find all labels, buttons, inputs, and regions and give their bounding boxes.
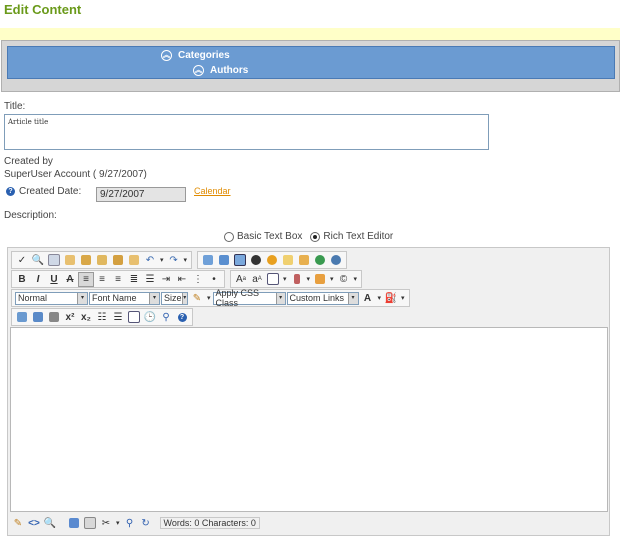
paste-html-icon[interactable] (110, 253, 126, 268)
format-stripper-icon[interactable]: ✎ (189, 291, 205, 306)
align-right-icon[interactable]: ≡ (110, 272, 126, 287)
form-element-icon[interactable] (312, 272, 328, 287)
remove-link-icon[interactable] (328, 253, 344, 268)
absolute-position-icon[interactable] (232, 253, 248, 268)
editor-content-area[interactable] (10, 327, 608, 512)
font-name-select[interactable]: Font Name ▾ (89, 291, 160, 305)
module-manager-icon[interactable] (126, 310, 142, 325)
created-date-input[interactable]: 9/27/2007 (96, 187, 186, 202)
align-center-icon[interactable]: ≡ (94, 272, 110, 287)
basic-text-box-radio[interactable] (224, 231, 234, 242)
subscript-text-icon[interactable]: aA (249, 272, 265, 287)
insert-paragraph-icon[interactable] (14, 310, 30, 325)
collapse-icon: ︽ (193, 65, 204, 76)
strikethrough-icon[interactable]: A (62, 272, 78, 287)
calendar-link[interactable]: Calendar (194, 186, 231, 196)
created-by-value: SuperUser Account ( 9/27/2007) (4, 169, 147, 180)
about-icon[interactable]: ⚲ (158, 310, 174, 325)
paste-word-icon[interactable] (78, 253, 94, 268)
subscript-icon[interactable]: x₂ (78, 310, 94, 325)
word-count: Words: 0 Characters: 0 (159, 517, 260, 529)
spellcheck-icon[interactable]: ✓ (14, 253, 30, 268)
editor-status-bar: ✎ <> 🔍 ✂ ▾ ⚲ ↻ Words: 0 Characters: 0 (10, 514, 260, 532)
description-label: Description: (4, 210, 57, 221)
insert-time-icon[interactable]: 🕒 (142, 310, 158, 325)
refresh-icon[interactable]: ↻ (138, 516, 154, 531)
help-icon[interactable]: ? (6, 187, 15, 196)
italic-icon[interactable]: I (30, 272, 46, 287)
paste-icon[interactable] (62, 253, 78, 268)
indent-icon[interactable]: ⇥ (158, 272, 174, 287)
title-input[interactable]: Article title (4, 114, 489, 150)
underline-icon[interactable]: U (46, 272, 62, 287)
table-icon[interactable] (265, 272, 281, 287)
design-mode-icon[interactable]: ✎ (10, 516, 26, 531)
fore-color-icon[interactable]: A (360, 291, 376, 306)
copy-icon[interactable] (46, 253, 62, 268)
categories-toggle[interactable]: ︽ Categories (161, 50, 230, 61)
superscript-text-icon[interactable]: Aa (233, 272, 249, 287)
hyperlink-icon[interactable] (312, 253, 328, 268)
justify-none-icon[interactable]: ☰ (142, 272, 158, 287)
redo-icon[interactable]: ↷ (166, 253, 182, 268)
title-label: Title: (4, 101, 26, 112)
template-manager-icon[interactable] (296, 253, 312, 268)
help-icon[interactable]: ? (174, 310, 190, 325)
page-title: Edit Content (4, 2, 82, 17)
superscript-icon[interactable]: x² (62, 310, 78, 325)
bullet-list-icon[interactable]: • (206, 272, 222, 287)
track-changes-icon[interactable] (66, 516, 82, 531)
undo-icon[interactable]: ↶ (142, 253, 158, 268)
document-manager-icon[interactable] (280, 253, 296, 268)
zoom-icon[interactable]: ⚲ (122, 516, 138, 531)
format-sets-icon[interactable]: ☷ (94, 310, 110, 325)
rich-text-editor: ✓ 🔍 ↶ ▾ ↷ ▾ B I U A ≡ ≡ ≡ ≣ ☰ ⇥ ⇤ ⋮ • A … (7, 247, 610, 536)
justify-icon[interactable]: ≣ (126, 272, 142, 287)
created-date-label: Created Date: (19, 186, 82, 197)
back-color-icon[interactable]: ⛽ (383, 291, 399, 306)
paragraph-format-select[interactable]: Normal ▾ (15, 291, 88, 305)
categories-panel: ︽ Categories ︽ Authors (7, 46, 615, 79)
save-template-icon[interactable] (82, 516, 98, 531)
collapse-icon: ︽ (161, 50, 172, 61)
image-map-icon[interactable] (216, 253, 232, 268)
symbols-icon[interactable]: © (336, 272, 352, 287)
paste-special-icon[interactable] (126, 253, 142, 268)
authors-toggle[interactable]: ︽ Authors (193, 65, 248, 76)
rich-text-editor-label: Rich Text Editor (323, 231, 394, 242)
authors-label: Authors (210, 65, 249, 76)
insert-anchor-icon[interactable] (30, 310, 46, 325)
basic-text-box-label: Basic Text Box (237, 231, 303, 242)
css-class-select[interactable]: Apply CSS Class ▾ (212, 288, 286, 308)
numbered-list-icon[interactable]: ⋮ (190, 272, 206, 287)
snippet-icon[interactable] (289, 272, 305, 287)
print-icon[interactable] (46, 310, 62, 325)
message-bar (0, 28, 620, 40)
categories-label: Categories (178, 50, 230, 61)
rich-text-editor-radio[interactable] (310, 231, 321, 242)
html-mode-icon[interactable]: <> (26, 516, 42, 531)
preview-mode-icon[interactable]: 🔍 (42, 516, 58, 531)
outdent-icon[interactable]: ⇤ (174, 272, 190, 287)
align-left-icon[interactable]: ≡ (78, 271, 94, 287)
cut-icon[interactable]: ✂ (98, 516, 114, 531)
insert-list-icon[interactable]: ☰ (110, 310, 126, 325)
paste-text-icon[interactable] (94, 253, 110, 268)
custom-links-select[interactable]: Custom Links ▾ (286, 291, 359, 305)
bold-icon[interactable]: B (14, 272, 30, 287)
find-replace-icon[interactable]: 🔍 (30, 253, 46, 268)
image-manager-icon[interactable] (200, 253, 216, 268)
flash-manager-icon[interactable] (248, 253, 264, 268)
media-manager-icon[interactable] (264, 253, 280, 268)
font-size-select[interactable]: Size ▾ (161, 291, 188, 305)
created-by-label: Created by (4, 156, 53, 167)
